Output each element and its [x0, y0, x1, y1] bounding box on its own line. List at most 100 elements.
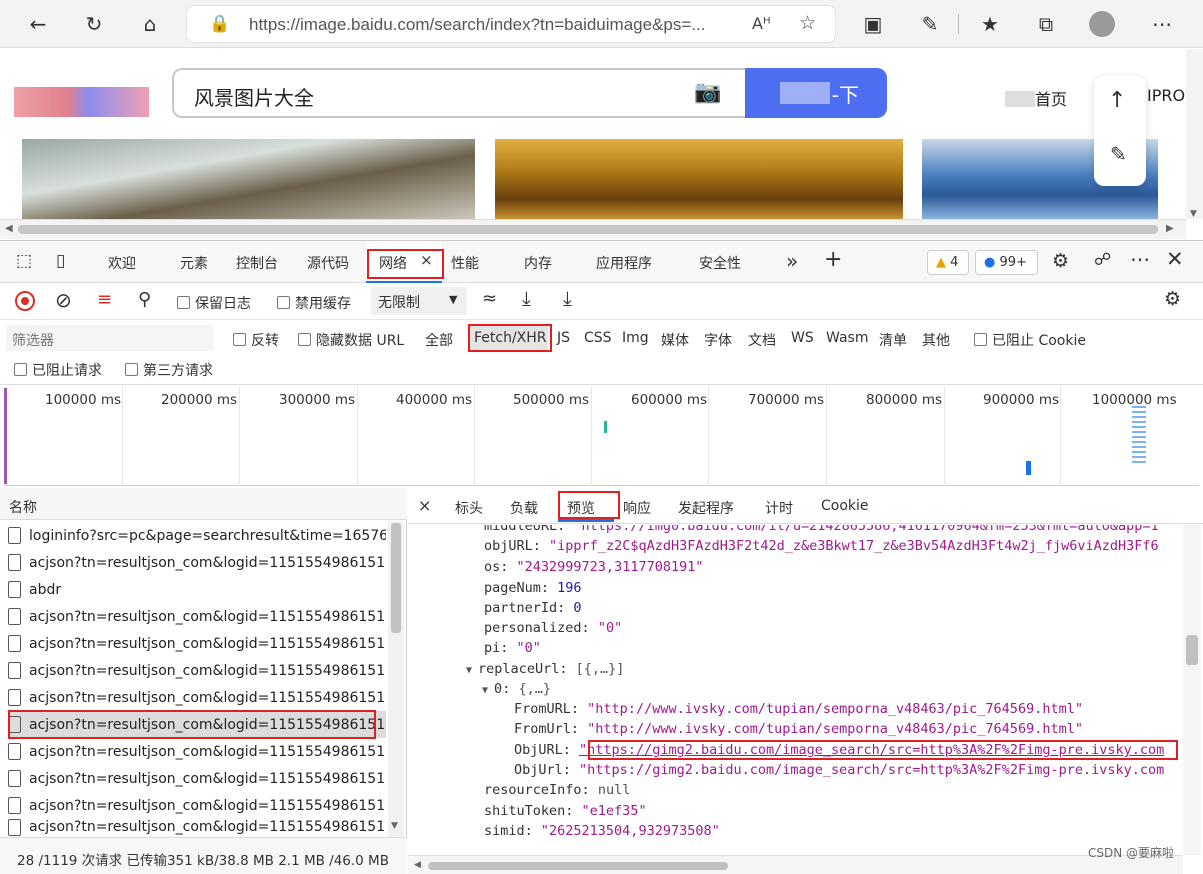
preview-vertical-scrollbar[interactable]	[1183, 525, 1201, 855]
search-input[interactable]: 风景图片大全 📷	[172, 68, 747, 118]
preview-horizontal-scrollbar[interactable]: ◀	[408, 855, 1183, 874]
puzzle-icon[interactable]: ✎	[912, 6, 948, 42]
profile-avatar[interactable]	[1084, 6, 1120, 42]
home-icon[interactable]: ⌂	[132, 6, 168, 42]
json-entry[interactable]: os: "2432999723,3117708191"	[484, 559, 703, 575]
devtools-more-icon[interactable]: ⋯	[1130, 247, 1150, 271]
export-har-icon[interactable]: ⤓	[563, 286, 572, 310]
blocked-requests-checkbox[interactable]: 已阻止请求	[14, 360, 102, 380]
json-entry[interactable]: FromURL: "http://www.ivsky.com/tupian/se…	[514, 701, 1083, 717]
nav-homepage-link[interactable]: 首页	[1005, 86, 1067, 110]
messages-badge[interactable]: ● 99+	[975, 250, 1038, 275]
feedback-pencil-icon[interactable]: ✎	[1110, 142, 1127, 166]
filter-type-media[interactable]: 媒体	[661, 330, 689, 350]
request-row[interactable]: acjson?tn=resultjson_com&logid=115155498…	[8, 549, 386, 576]
tab-payload[interactable]: 负载	[510, 498, 538, 518]
filter-type-js[interactable]: JS	[557, 330, 570, 346]
filter-icon[interactable]: ≡	[97, 289, 112, 310]
blocked-cookies-checkbox[interactable]: 已阻止 Cookie	[974, 330, 1086, 350]
refresh-icon[interactable]: ↻	[76, 6, 112, 42]
filter-input[interactable]: 筛选器	[6, 325, 214, 351]
devtools-close-icon[interactable]: ✕	[1166, 247, 1184, 271]
tab-response[interactable]: 响应	[623, 498, 651, 518]
filter-type-wasm[interactable]: Wasm	[826, 330, 868, 346]
image-thumbnail-snow-forest[interactable]	[22, 139, 475, 219]
request-row[interactable]: acjson?tn=resultjson_com&logid=115155498…	[8, 792, 386, 819]
network-conditions-icon[interactable]: ≈	[482, 288, 497, 309]
json-entry[interactable]: partnerId: 0	[484, 600, 582, 616]
json-entry[interactable]: personalized: "0"	[484, 620, 622, 636]
filter-type-other[interactable]: 其他	[922, 330, 950, 350]
search-icon[interactable]: ⚲	[138, 289, 151, 310]
clear-icon[interactable]: ⊘	[55, 288, 72, 312]
add-tab-icon[interactable]: +	[824, 247, 842, 272]
network-settings-icon[interactable]: ⚙	[1164, 288, 1181, 310]
import-har-icon[interactable]: ⤓	[522, 286, 531, 310]
disable-cache-checkbox[interactable]: 禁用缓存	[277, 293, 351, 313]
search-button[interactable]: -下	[745, 68, 887, 118]
tab-welcome[interactable]: 欢迎	[108, 253, 136, 273]
lock-icon[interactable]: 🔒	[209, 14, 230, 34]
back-to-top-icon[interactable]: ↑	[1108, 88, 1126, 113]
preview-vscroll-thumb[interactable]	[1186, 635, 1198, 665]
detail-close-icon[interactable]: ×	[418, 496, 431, 515]
json-entry-expandable[interactable]: ▼ replaceUrl: [{,…}]	[466, 661, 624, 677]
request-row[interactable]: acjson?tn=resultjson_com&logid=115155498…	[8, 603, 386, 630]
tab-elements[interactable]: 元素	[180, 253, 208, 273]
baidu-logo[interactable]	[14, 87, 149, 117]
warnings-badge[interactable]: ▲ 4	[927, 250, 969, 275]
settings-gear-icon[interactable]: ⚙	[1052, 250, 1069, 272]
tab-cookies[interactable]: Cookie	[821, 498, 869, 514]
invert-checkbox[interactable]: 反转	[233, 330, 279, 350]
tab-timing[interactable]: 计时	[765, 498, 793, 518]
more-menu-icon[interactable]: ⋯	[1144, 6, 1180, 42]
favorites-icon[interactable]: ★	[972, 6, 1008, 42]
request-row[interactable]: acjson?tn=resultjson_com&logid=115155498…	[8, 657, 386, 684]
tab-performance[interactable]: 性能	[451, 253, 479, 273]
collections-icon[interactable]: ⧉	[1028, 6, 1064, 42]
customize-icon[interactable]: ☍	[1094, 250, 1111, 270]
request-row[interactable]: acjson?tn=resultjson_com&logid=115155498…	[8, 819, 386, 837]
json-entry[interactable]: simid: "2625213504,932973508"	[484, 823, 720, 839]
filter-type-all[interactable]: 全部	[425, 330, 453, 350]
favorite-add-icon[interactable]: ☆	[799, 12, 816, 34]
request-row[interactable]: logininfo?src=pc&page=searchresult&time=…	[8, 522, 386, 549]
json-entry[interactable]: FromUrl: "http://www.ivsky.com/tupian/se…	[514, 721, 1083, 737]
hide-data-urls-checkbox[interactable]: 隐藏数据 URL	[298, 330, 404, 350]
device-emulation-icon[interactable]: ▯	[56, 251, 65, 271]
request-row[interactable]: acjson?tn=resultjson_com&logid=115155498…	[8, 630, 386, 657]
tab-headers[interactable]: 标头	[455, 498, 483, 518]
camera-icon[interactable]: 📷	[694, 80, 721, 105]
tab-memory[interactable]: 内存	[524, 253, 552, 273]
third-party-checkbox[interactable]: 第三方请求	[125, 360, 213, 380]
filter-type-img[interactable]: Img	[622, 330, 649, 346]
extension-icon[interactable]: ▣	[855, 6, 891, 42]
address-url[interactable]: https://image.baidu.com/search/index?tn=…	[249, 15, 739, 35]
tab-security[interactable]: 安全性	[699, 253, 741, 273]
nav-partial-link[interactable]: IPRO	[1147, 86, 1185, 105]
page-scrollbar-thumb[interactable]	[18, 225, 1158, 234]
request-row[interactable]: acjson?tn=resultjson_com&logid=115155498…	[8, 765, 386, 792]
request-list-scrollbar-thumb[interactable]	[391, 523, 401, 633]
request-row[interactable]: acjson?tn=resultjson_com&logid=115155498…	[8, 684, 386, 711]
filter-type-css[interactable]: CSS	[584, 330, 612, 346]
request-row[interactable]: abdr	[8, 576, 386, 603]
json-entry-expandable[interactable]: ▼ 0: {,…}	[482, 681, 551, 697]
json-entry[interactable]: pageNum: 196	[484, 580, 582, 596]
filter-type-doc[interactable]: 文档	[748, 330, 776, 350]
json-entry[interactable]: middleURL: "https://img0.baidu.com/it/u=…	[484, 525, 1159, 534]
more-tabs-icon[interactable]: »	[786, 249, 798, 273]
json-entry[interactable]: ObjUrl: "https://gimg2.baidu.com/image_s…	[514, 762, 1164, 778]
request-list-scrollbar[interactable]: ▼	[388, 521, 404, 837]
json-entry[interactable]: pi: "0"	[484, 640, 541, 656]
filter-type-ws[interactable]: WS	[791, 330, 814, 346]
record-button-icon[interactable]	[15, 291, 35, 311]
throttling-select[interactable]: 无限制 ▼	[371, 287, 467, 315]
image-thumbnail-autumn-forest[interactable]	[495, 139, 903, 219]
network-overview-timeline[interactable]: 100000 ms 200000 ms 300000 ms 400000 ms …	[4, 386, 1199, 486]
request-row[interactable]: acjson?tn=resultjson_com&logid=115155498…	[8, 738, 386, 765]
tab-sources[interactable]: 源代码	[307, 253, 349, 273]
tab-initiator[interactable]: 发起程序	[678, 498, 734, 518]
page-vertical-scrollbar[interactable]: ▼	[1186, 49, 1203, 219]
read-aloud-icon[interactable]: Aᴴ	[752, 14, 771, 33]
